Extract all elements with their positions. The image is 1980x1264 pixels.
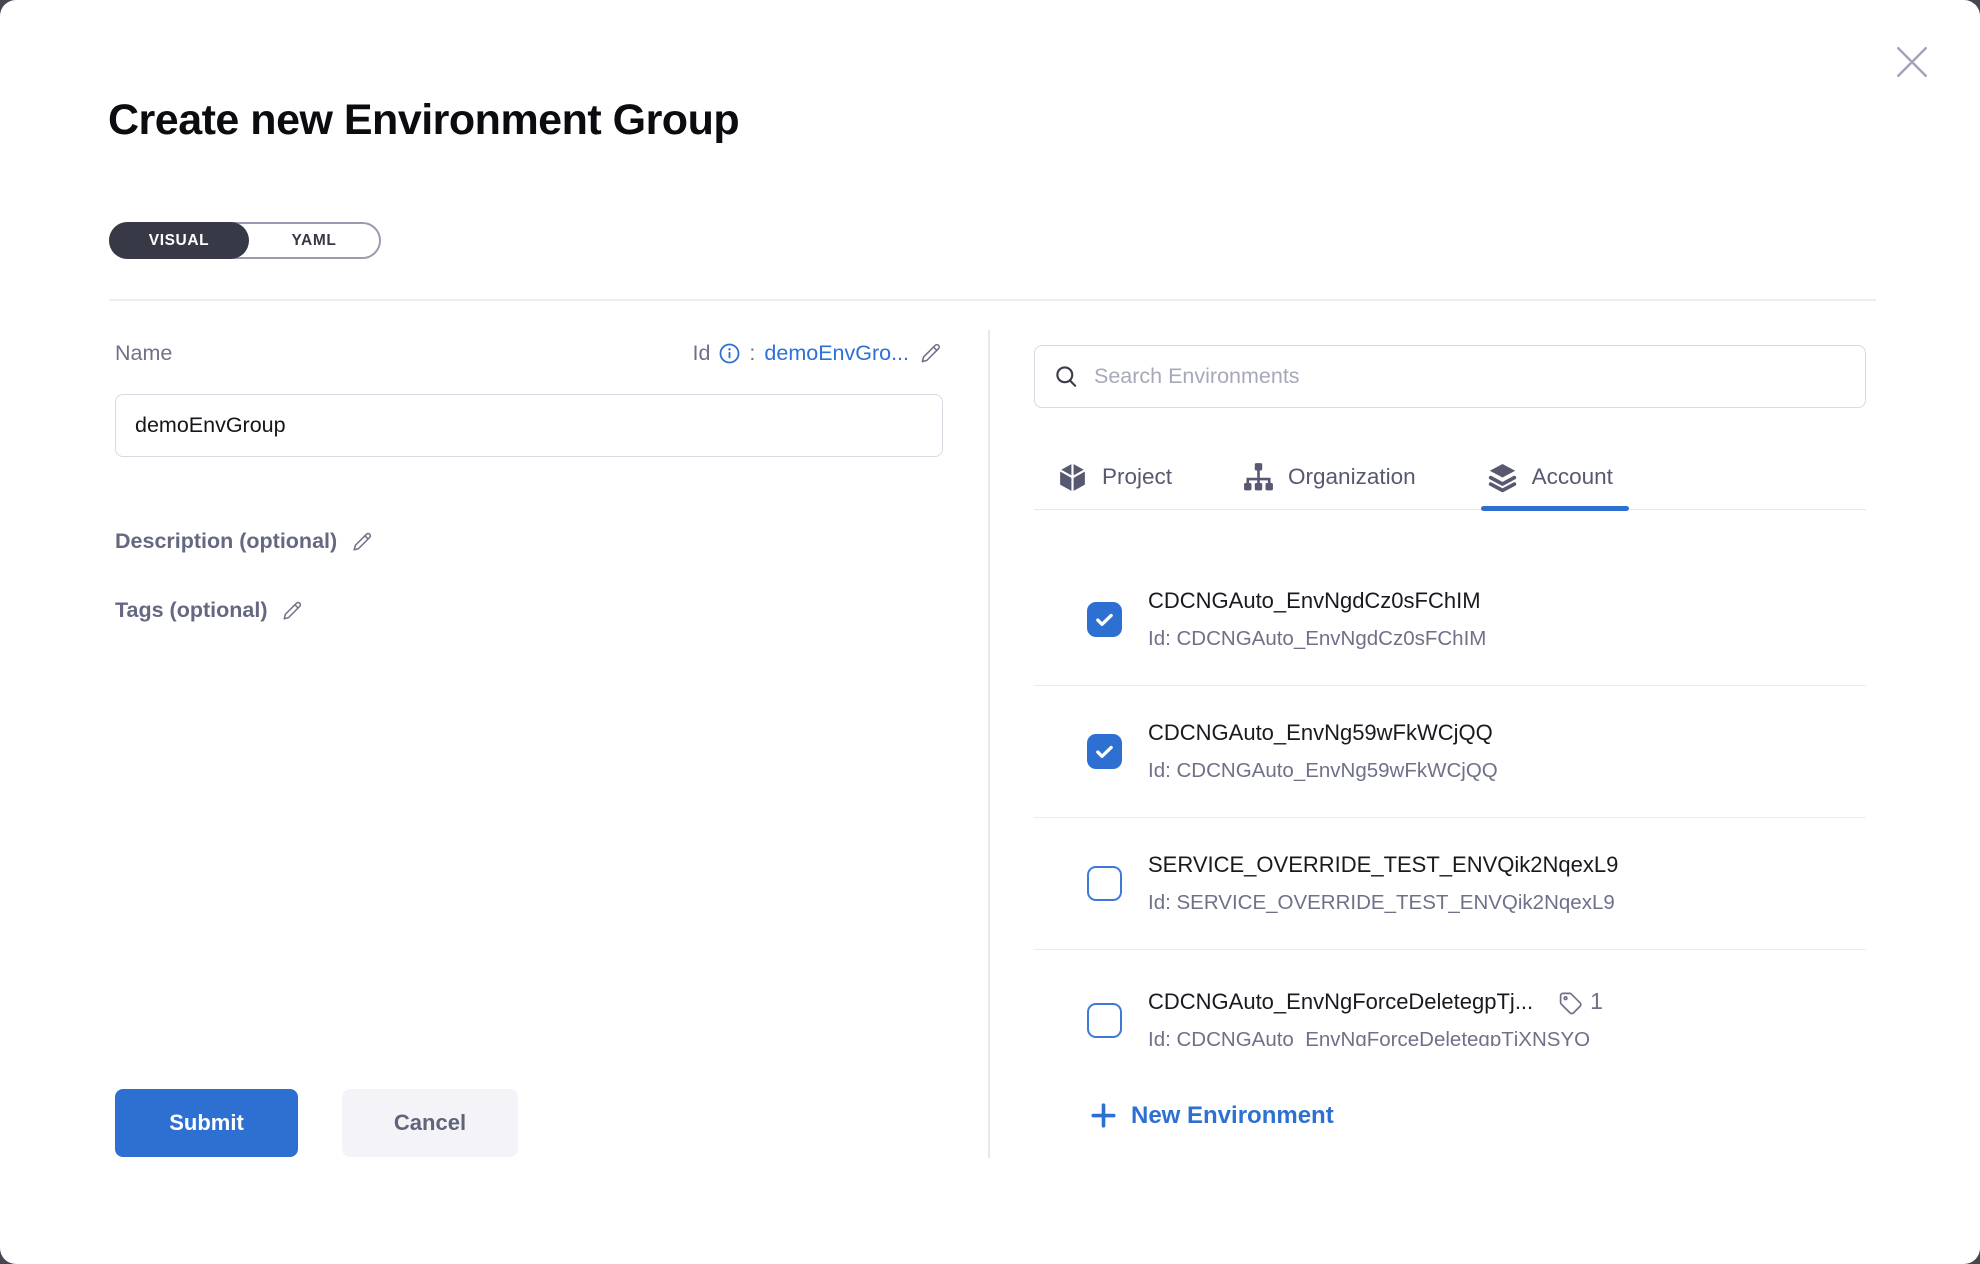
scope-tabs: Project Organization Account bbox=[1034, 445, 1866, 510]
edit-description-pencil-icon[interactable] bbox=[350, 530, 374, 554]
cube-icon bbox=[1056, 461, 1089, 494]
tab-project[interactable]: Project bbox=[1056, 461, 1172, 494]
tags-row: Tags (optional) bbox=[115, 598, 304, 623]
new-environment-label: New Environment bbox=[1131, 1102, 1334, 1130]
name-input[interactable] bbox=[115, 394, 943, 457]
tags-label: Tags (optional) bbox=[115, 598, 267, 623]
environment-checkbox[interactable] bbox=[1087, 866, 1122, 901]
name-label: Name bbox=[115, 341, 172, 366]
search-icon bbox=[1053, 363, 1080, 390]
search-environments-input[interactable] bbox=[1094, 364, 1853, 389]
layers-icon bbox=[1486, 461, 1519, 494]
visual-yaml-toggle: VISUAL YAML bbox=[109, 222, 381, 259]
tab-account[interactable]: Account bbox=[1486, 461, 1613, 494]
submit-button[interactable]: Submit bbox=[115, 1089, 298, 1157]
info-icon[interactable] bbox=[719, 343, 740, 364]
environment-row: CDCNGAuto_EnvNgdCz0sFChIM Id: CDCNGAuto_… bbox=[1034, 554, 1866, 686]
environments-panel: Project Organization Account bbox=[1034, 345, 1866, 1046]
environment-name: SERVICE_OVERRIDE_TEST_ENVQik2NqexL9 bbox=[1148, 852, 1618, 878]
name-id-row: Name Id : demoEnvGro... bbox=[115, 341, 943, 366]
search-box bbox=[1034, 345, 1866, 408]
toggle-yaml[interactable]: YAML bbox=[249, 224, 379, 257]
edit-tags-pencil-icon[interactable] bbox=[280, 599, 304, 623]
close-icon[interactable] bbox=[1882, 32, 1942, 92]
environment-checkbox[interactable] bbox=[1087, 602, 1122, 637]
create-environment-group-modal: Create new Environment Group VISUAL YAML… bbox=[0, 0, 1980, 1264]
org-chart-icon bbox=[1242, 461, 1275, 494]
environment-checkbox[interactable] bbox=[1087, 1003, 1122, 1038]
description-row: Description (optional) bbox=[115, 529, 374, 554]
id-label: Id bbox=[692, 341, 710, 366]
tab-project-label: Project bbox=[1102, 464, 1172, 490]
description-label: Description (optional) bbox=[115, 529, 337, 554]
panel-divider bbox=[988, 330, 990, 1158]
tag-count-badge: 1 bbox=[1557, 988, 1603, 1015]
environment-id: Id: SERVICE_OVERRIDE_TEST_ENVQik2NqexL9 bbox=[1148, 891, 1618, 915]
new-environment-button[interactable]: New Environment bbox=[1089, 1101, 1334, 1130]
tag-count: 1 bbox=[1590, 988, 1603, 1015]
environment-name: CDCNGAuto_EnvNgdCz0sFChIM bbox=[1148, 588, 1486, 614]
id-group: Id : demoEnvGro... bbox=[692, 341, 943, 366]
tab-account-label: Account bbox=[1532, 464, 1613, 490]
environment-id: Id: CDCNGAuto_EnvNg59wFkWCjQQ bbox=[1148, 759, 1498, 783]
environment-id: Id: CDCNGAuto_EnvNgdCz0sFChIM bbox=[1148, 627, 1486, 651]
cancel-button[interactable]: Cancel bbox=[342, 1089, 518, 1157]
environment-id: Id: CDCNGAuto_EnvNgForceDeletegpTjXNSYQ bbox=[1148, 1028, 1603, 1046]
environment-name: CDCNGAuto_EnvNgForceDeletegpTj... bbox=[1148, 989, 1533, 1015]
environment-checkbox[interactable] bbox=[1087, 734, 1122, 769]
tag-icon bbox=[1557, 988, 1584, 1015]
id-colon: : bbox=[749, 341, 755, 366]
toggle-visual[interactable]: VISUAL bbox=[109, 222, 249, 259]
environment-list: CDCNGAuto_EnvNgdCz0sFChIM Id: CDCNGAuto_… bbox=[1034, 510, 1866, 1046]
edit-id-pencil-icon[interactable] bbox=[918, 341, 943, 366]
header-divider bbox=[109, 299, 1876, 301]
page-title: Create new Environment Group bbox=[108, 96, 739, 145]
environment-row: CDCNGAuto_EnvNg59wFkWCjQQ Id: CDCNGAuto_… bbox=[1034, 686, 1866, 818]
environment-name: CDCNGAuto_EnvNg59wFkWCjQQ bbox=[1148, 720, 1498, 746]
plus-icon bbox=[1089, 1101, 1118, 1130]
id-value-link[interactable]: demoEnvGro... bbox=[764, 341, 909, 366]
environment-row: SERVICE_OVERRIDE_TEST_ENVQik2NqexL9 Id: … bbox=[1034, 818, 1866, 950]
tab-organization[interactable]: Organization bbox=[1242, 461, 1416, 494]
tab-organization-label: Organization bbox=[1288, 464, 1416, 490]
environment-row: CDCNGAuto_EnvNgForceDeletegpTj... 1 Id: … bbox=[1034, 950, 1866, 1046]
